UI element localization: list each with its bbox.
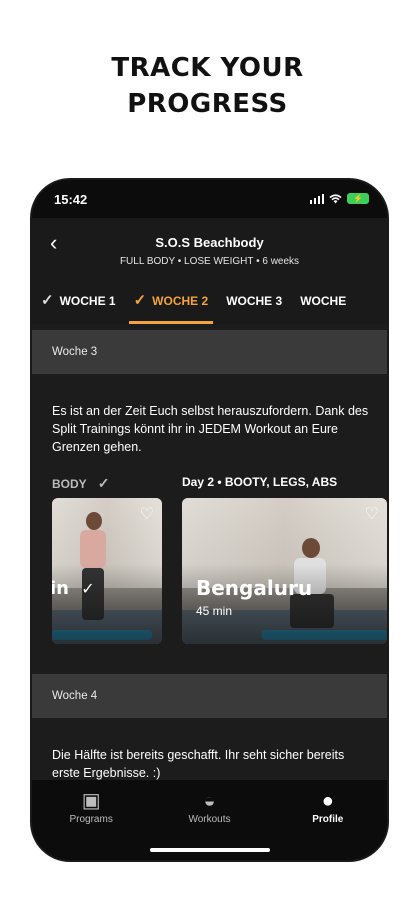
workout-name: Bengaluru [196, 576, 313, 600]
tab-label: WOCHE 1 [59, 294, 116, 308]
wifi-icon [329, 193, 342, 203]
week-4-header: Woche 4 [32, 674, 387, 718]
day-2-header: Day 2 • BOOTY, LEGS, ABS [182, 475, 338, 489]
profile-icon: ● [321, 790, 334, 812]
tab-label: WOCHE 3 [226, 294, 283, 308]
home-indicator [150, 848, 270, 852]
workout-card-day-1[interactable]: ♡ in ✓ [52, 498, 162, 644]
nav-workouts-label: Workouts [188, 814, 231, 825]
day-1-label: BODY [52, 477, 87, 491]
week-tabs: ✓ WOCHE 1 ✓ WOCHE 2 WOCHE 3 WOCHE [32, 278, 387, 324]
program-subtitle: FULL BODY • LOSE WEIGHT • 6 weeks [119, 256, 300, 267]
tab-label: WOCHE [300, 294, 347, 308]
workout-name: in ✓ [52, 578, 95, 599]
nav-profile[interactable]: ● Profile [278, 780, 378, 860]
status-time: 15:42 [54, 192, 88, 207]
headline-line-2: PROGRESS [127, 89, 288, 119]
phone-frame: 15:42 ⚡ ‹ S.O.S Beachbody FULL BODY • LO… [32, 180, 387, 860]
marketing-headline: TRACK YOUR PROGRESS [0, 50, 415, 122]
battery-icon: ⚡ [347, 193, 369, 204]
signal-icon [309, 193, 324, 204]
tab-woche-3[interactable]: WOCHE 3 [217, 278, 291, 324]
tab-woche-4[interactable]: WOCHE [291, 278, 355, 324]
headline-line-1: TRACK YOUR [111, 53, 304, 83]
calendar-icon: ▣ [81, 790, 101, 812]
nav-programs-label: Programs [69, 814, 113, 825]
nav-profile-label: Profile [312, 814, 344, 825]
tab-woche-1[interactable]: ✓ WOCHE 1 [32, 278, 125, 324]
heart-icon[interactable]: ♡ [365, 504, 379, 524]
muscle-icon: ◒ [203, 790, 216, 812]
check-icon: ✓ [133, 292, 147, 309]
program-title: S.O.S Beachbody [155, 235, 264, 250]
week-4-description: Die Hälfte ist bereits geschafft. Ihr se… [52, 748, 345, 780]
tab-label: WOCHE 2 [152, 294, 209, 308]
check-icon: ✓ [97, 475, 110, 491]
nav-programs[interactable]: ▣ Programs [41, 780, 141, 860]
check-icon: ✓ [81, 579, 95, 598]
workout-card-day-2[interactable]: ♡ Bengaluru 45 min [182, 498, 387, 644]
week-3-description: Es ist an der Zeit Euch selbst herauszuf… [52, 404, 369, 454]
status-bar: 15:42 ⚡ [32, 180, 387, 218]
check-icon: ✓ [41, 292, 54, 309]
app-header: ‹ S.O.S Beachbody FULL BODY • LOSE WEIGH… [32, 218, 387, 278]
tab-woche-2[interactable]: ✓ WOCHE 2 [125, 278, 218, 324]
program-content[interactable]: Woche 3 Es ist an der Zeit Euch selbst h… [32, 324, 387, 780]
week-3-header: Woche 3 [32, 330, 387, 374]
heart-icon[interactable]: ♡ [140, 504, 154, 524]
workout-duration: 45 min [196, 604, 233, 618]
day-1-header: BODY ✓ [52, 475, 110, 492]
